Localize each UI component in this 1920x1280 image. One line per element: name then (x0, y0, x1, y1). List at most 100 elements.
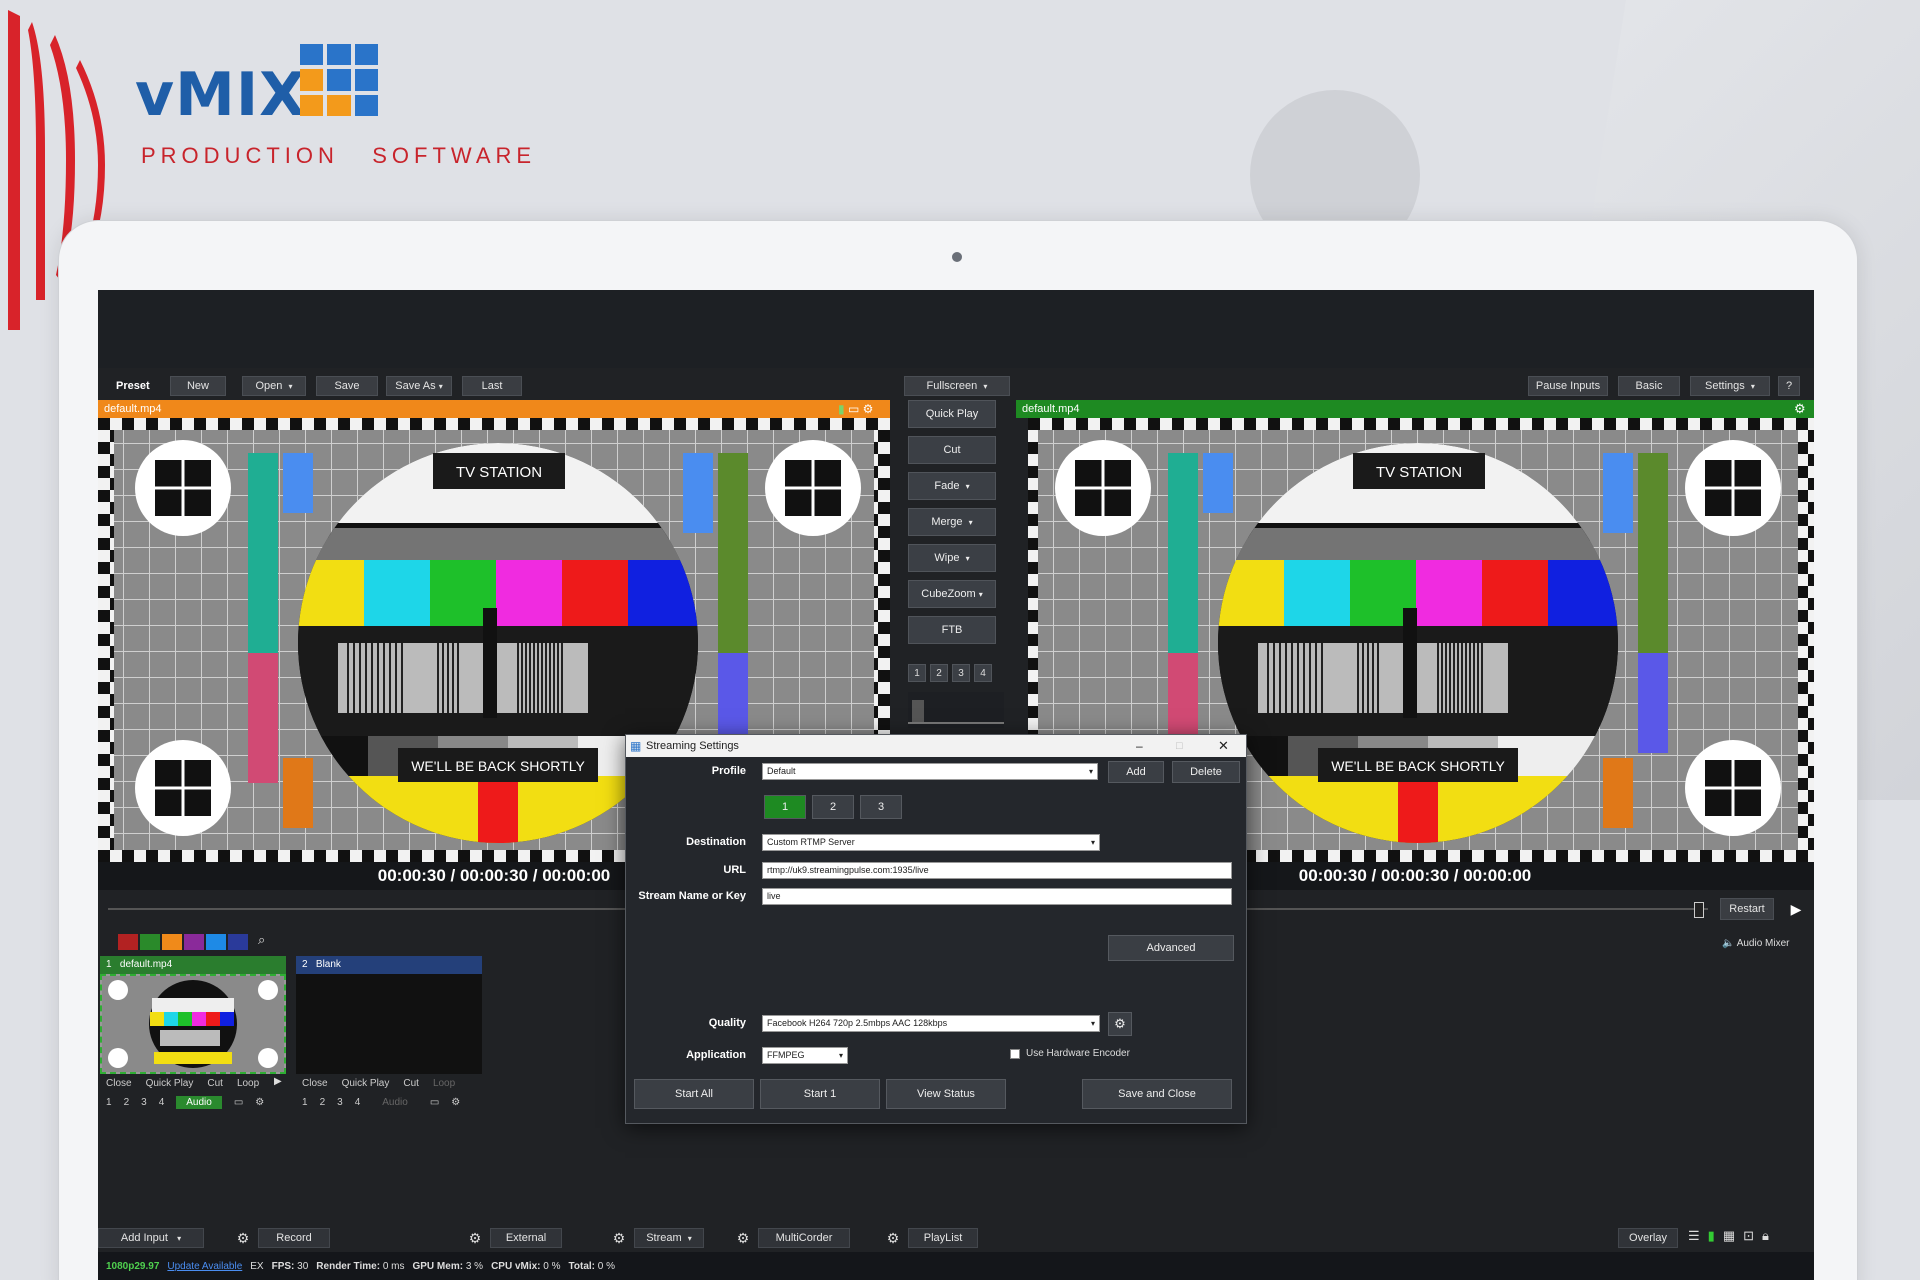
delete-profile-button[interactable]: Delete (1172, 761, 1240, 783)
quick-play-button[interactable]: Quick Play (908, 400, 996, 428)
gear-icon[interactable]: ⚙ (451, 1097, 460, 1108)
audio-mixer-link[interactable]: 🔈 Audio Mixer (1722, 938, 1790, 949)
layer-4-button[interactable]: 4 (159, 1097, 165, 1108)
layer-3-button[interactable]: 3 (141, 1097, 147, 1108)
layer-2-button[interactable]: 2 (124, 1097, 130, 1108)
view-status-button[interactable]: View Status (886, 1079, 1006, 1109)
monitor-icon[interactable]: ▭ (234, 1097, 243, 1108)
stream-button[interactable]: Stream ▾ (634, 1228, 704, 1248)
update-link[interactable]: Update Available (167, 1261, 242, 1272)
advanced-button[interactable]: Advanced (1108, 935, 1234, 961)
gear-icon[interactable]: ⚙ (464, 1228, 486, 1248)
layer-1-button[interactable]: 1 (106, 1097, 112, 1108)
list-icon[interactable]: ☰ (1688, 1228, 1700, 1244)
input-1-header[interactable]: 1 default.mp4 (100, 956, 286, 974)
play-icon[interactable]: ▶ (1784, 898, 1808, 920)
profile-select[interactable]: Default ▾ (762, 763, 1098, 780)
fade-button[interactable]: Fade ▾ (908, 472, 996, 500)
color-filter-swatch[interactable] (118, 934, 138, 950)
gear-icon[interactable]: ⚙ (1794, 401, 1806, 417)
transition-3-button[interactable]: 3 (952, 664, 970, 682)
external-button[interactable]: External (490, 1228, 562, 1248)
fullscreen-button[interactable]: Fullscreen ▾ (904, 376, 1010, 396)
colour-icon[interactable]: ▮ (838, 402, 845, 416)
gear-icon[interactable]: ⚙ (863, 402, 874, 416)
settings-button[interactable]: Settings ▾ (1690, 376, 1770, 396)
color-filter-swatch[interactable] (206, 934, 226, 950)
start-all-button[interactable]: Start All (634, 1079, 754, 1109)
last-button[interactable]: Last (462, 376, 522, 396)
url-input[interactable]: rtmp://uk9.streamingpulse.com:1935/live (762, 862, 1232, 879)
minimize-icon[interactable]: – (1136, 739, 1143, 753)
save-button[interactable]: Save (316, 376, 378, 396)
destination-select[interactable]: Custom RTMP Server ▾ (762, 834, 1100, 851)
input-2-header[interactable]: 2 Blank (296, 956, 482, 974)
gear-icon[interactable]: ⚙ (1108, 1012, 1132, 1036)
destination-tab-3[interactable]: 3 (860, 795, 902, 819)
multicorder-button[interactable]: MultiCorder (758, 1228, 850, 1248)
quick-play-button[interactable]: Quick Play (146, 1078, 194, 1089)
bar-meter-icon[interactable]: ▮ (1708, 1228, 1715, 1244)
t-bar-handle[interactable] (912, 700, 924, 724)
gear-icon[interactable]: ⚙ (255, 1097, 264, 1108)
new-button[interactable]: New (170, 376, 226, 396)
quick-play-button[interactable]: Quick Play (342, 1078, 390, 1089)
dialog-titlebar[interactable]: ▦ Streaming Settings – □ ✕ (626, 735, 1246, 757)
grid-icon[interactable]: ▦ (1723, 1228, 1735, 1244)
gear-icon[interactable]: ⚙ (882, 1228, 904, 1248)
color-filter-swatch[interactable] (184, 934, 204, 950)
ftb-button[interactable]: FTB (908, 616, 996, 644)
color-filter-swatch[interactable] (140, 934, 160, 950)
input-1-thumbnail[interactable] (100, 974, 286, 1074)
monitor-icon[interactable]: ▭ (430, 1097, 439, 1108)
gear-icon[interactable]: ⚙ (232, 1228, 254, 1248)
play-icon[interactable]: ▶ (274, 1076, 282, 1087)
audio-button[interactable]: Audio (372, 1096, 418, 1109)
cut-button[interactable]: Cut (403, 1078, 419, 1089)
transition-4-button[interactable]: 4 (974, 664, 992, 682)
open-button[interactable]: Open ▾ (242, 376, 306, 396)
audio-button[interactable]: Audio (176, 1096, 222, 1109)
maximize-icon[interactable]: □ (1176, 740, 1183, 752)
save-as-button[interactable]: Save As ▾ (386, 376, 452, 396)
add-profile-button[interactable]: Add (1108, 761, 1164, 783)
help-button[interactable]: ? (1778, 376, 1800, 396)
hardware-encoder-checkbox[interactable] (1010, 1049, 1020, 1059)
start-1-button[interactable]: Start 1 (760, 1079, 880, 1109)
pause-inputs-button[interactable]: Pause Inputs (1528, 376, 1608, 396)
merge-button[interactable]: Merge ▾ (908, 508, 996, 536)
color-filter-swatch[interactable] (228, 934, 248, 950)
layer-4-button[interactable]: 4 (355, 1097, 361, 1108)
destination-tab-2[interactable]: 2 (812, 795, 854, 819)
t-bar-slider[interactable] (908, 692, 1004, 728)
lock-icon[interactable]: 🔒︎ (1762, 1228, 1769, 1244)
record-button[interactable]: Record (258, 1228, 330, 1248)
playlist-button[interactable]: PlayList (908, 1228, 978, 1248)
layer-3-button[interactable]: 3 (337, 1097, 343, 1108)
close-icon[interactable]: ✕ (1218, 738, 1229, 754)
cubezoom-button[interactable]: CubeZoom ▾ (908, 580, 996, 608)
basic-button[interactable]: Basic (1618, 376, 1680, 396)
loop-button[interactable]: Loop (237, 1078, 259, 1089)
add-input-button[interactable]: Add Input ▾ (98, 1228, 204, 1248)
application-select[interactable]: FFMPEG ▾ (762, 1047, 848, 1064)
close-button[interactable]: Close (106, 1078, 132, 1089)
restart-button[interactable]: Restart (1720, 898, 1774, 920)
seek-handle[interactable] (1694, 902, 1704, 918)
save-and-close-button[interactable]: Save and Close (1082, 1079, 1232, 1109)
stream-key-input[interactable]: live (762, 888, 1232, 905)
layer-2-button[interactable]: 2 (320, 1097, 326, 1108)
input-2-thumbnail[interactable] (296, 974, 482, 1074)
color-filter-swatch[interactable] (162, 934, 182, 950)
quality-select[interactable]: Facebook H264 720p 2.5mbps AAC 128kbps ▾ (762, 1015, 1100, 1032)
layer-1-button[interactable]: 1 (302, 1097, 308, 1108)
gear-icon[interactable]: ⚙ (732, 1228, 754, 1248)
wipe-button[interactable]: Wipe ▾ (908, 544, 996, 572)
cut-button[interactable]: Cut (908, 436, 996, 464)
transition-2-button[interactable]: 2 (930, 664, 948, 682)
overlay-button[interactable]: Overlay (1618, 1228, 1678, 1248)
window-icon[interactable]: ▭ (848, 402, 859, 416)
fullscreen-icon[interactable]: ⊡ (1743, 1228, 1754, 1244)
search-icon[interactable]: ⌕ (258, 932, 265, 948)
loop-button[interactable]: Loop (433, 1078, 455, 1089)
